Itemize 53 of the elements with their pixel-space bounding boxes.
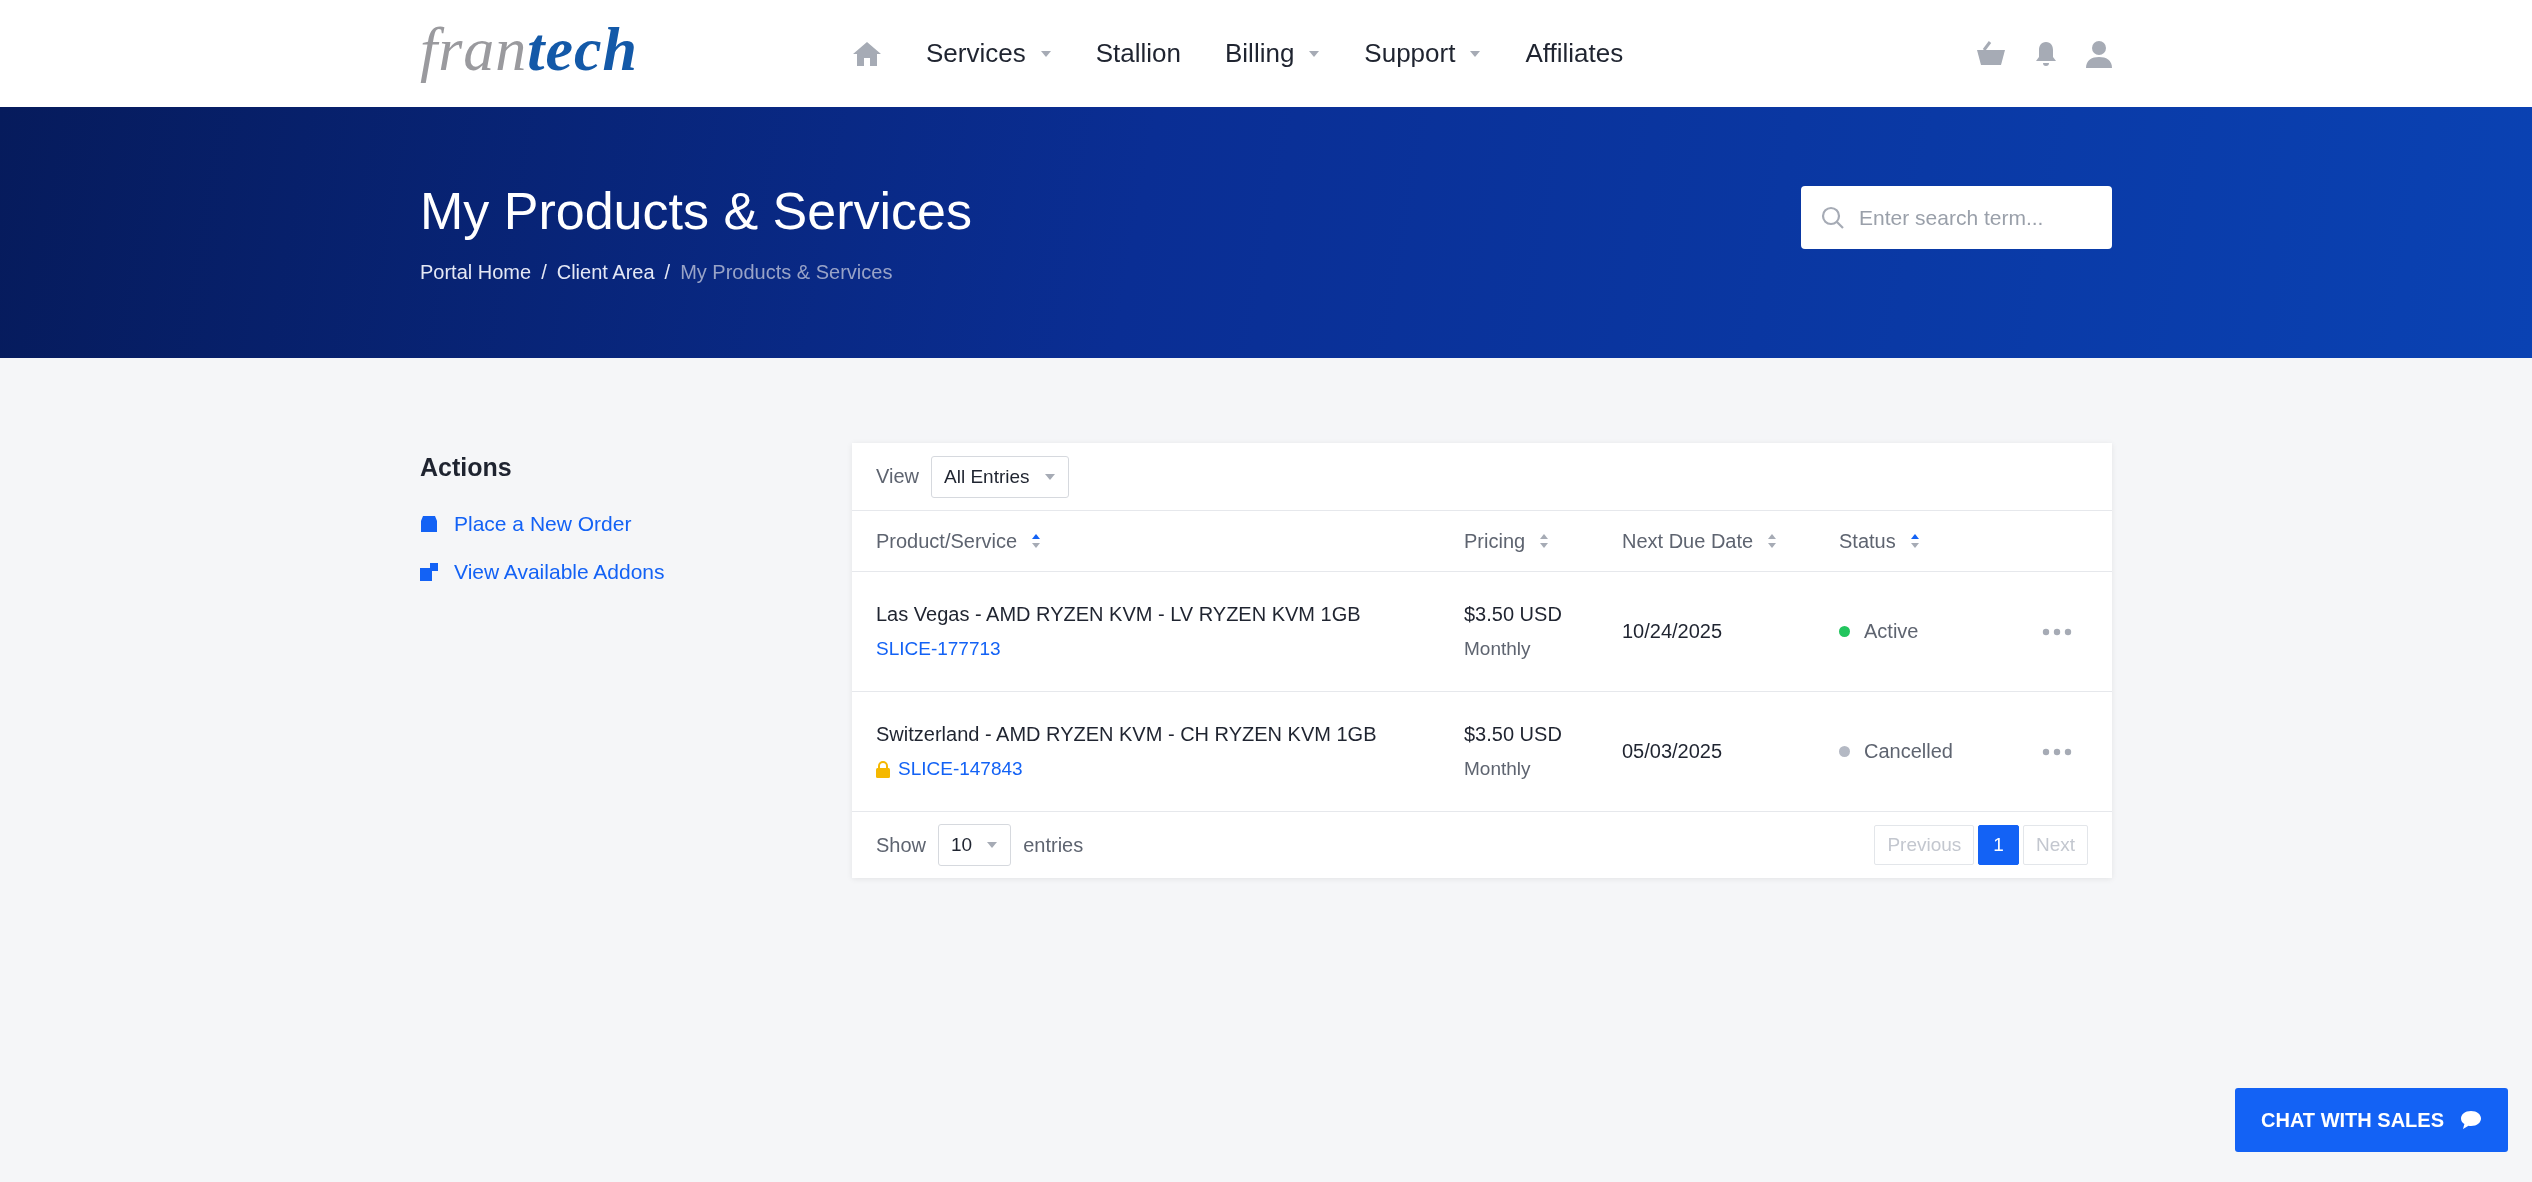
billing-cycle: Monthly [1464,758,1531,780]
caret-icon [1469,49,1482,58]
breadcrumb-separator: / [664,261,671,284]
more-icon[interactable] [2042,627,2072,636]
breadcrumb-link[interactable]: Client Area [556,261,655,284]
page-button[interactable]: 1 [1978,825,2019,865]
product-name: Las Vegas - AMD RYZEN KVM - LV RYZEN KVM 1GB [876,603,1361,626]
caret-icon [986,841,999,849]
breadcrumb-separator: / [541,261,547,284]
show-label: Show [876,833,927,857]
search-icon [1821,206,1845,230]
user-icon[interactable] [2086,39,2112,68]
nav-link[interactable]: Affiliates [1525,38,1624,69]
caret-icon [1308,49,1321,58]
chat-icon [2459,1110,2482,1130]
more-icon[interactable] [2042,747,2072,756]
sidebar-link[interactable]: Place a New Order [420,512,852,536]
price: $3.50 USD [1464,603,1562,626]
view-label: View [876,465,919,488]
nav-link[interactable]: Services [926,38,1052,69]
logo[interactable]: frantech [420,14,852,85]
entries-label: entries [1023,833,1084,857]
sidebar-link[interactable]: View Available Addons [420,560,852,584]
column-header[interactable]: Product/Service [876,529,1464,553]
nav-link[interactable]: Stallion [1095,38,1181,69]
basket-icon[interactable] [1976,40,2006,67]
caret-icon [1039,49,1052,58]
sidebar-title: Actions [420,453,513,482]
page-size-select[interactable]: 10 [938,824,1012,866]
nav-link[interactable]: Support [1364,38,1482,69]
column-header[interactable]: Next Due Date [1622,529,1839,553]
basket-icon [420,515,438,533]
status-text: Cancelled [1864,740,1953,763]
status-text: Active [1864,620,1919,643]
nav-link[interactable]: Billing [1225,38,1321,69]
search-field[interactable]: Enter search term... [1801,186,2112,249]
service-link[interactable]: SLICE-147843 [898,758,1023,780]
caret-icon [1043,472,1056,481]
chat-button[interactable]: CHAT WITH SALES [2235,1088,2508,1152]
billing-cycle: Monthly [1464,638,1531,660]
view-select[interactable]: All Entries [931,455,1069,498]
home-icon[interactable] [852,40,882,67]
product-name: Switzerland - AMD RYZEN KVM - CH RYZEN KVM 1GB [876,723,1377,746]
bell-icon[interactable] [2034,39,2058,68]
column-header[interactable]: Status [1839,529,2039,553]
due-date: 05/03/2025 [1622,740,1724,763]
blocks-icon [420,563,438,581]
page-title: My Products & Services [420,181,972,242]
column-header[interactable]: Pricing [1464,529,1622,553]
due-date: 10/24/2025 [1622,620,1724,643]
price: $3.50 USD [1464,723,1562,746]
service-link[interactable]: SLICE-177713 [876,638,1001,660]
breadcrumb-link[interactable]: Portal Home [420,261,532,284]
